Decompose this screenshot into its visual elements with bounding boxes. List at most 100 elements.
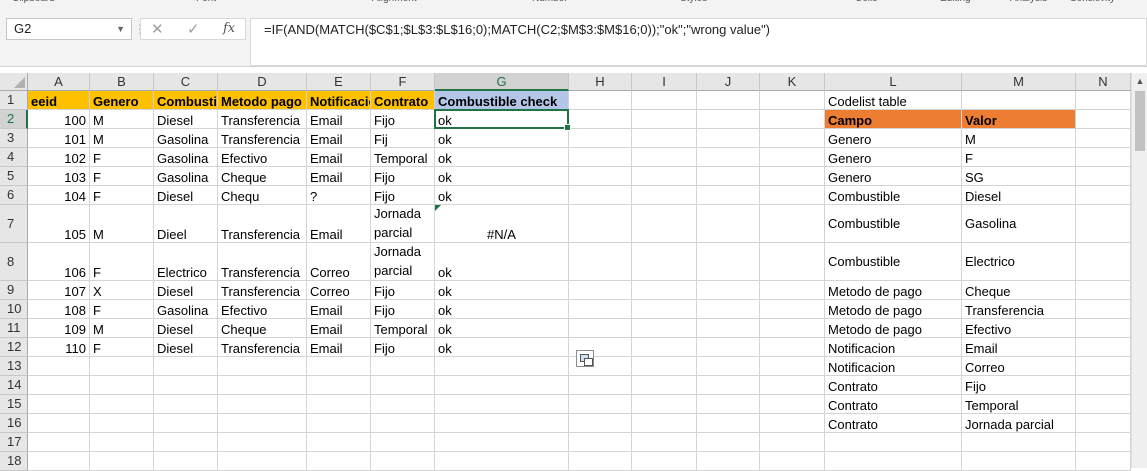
data-cell[interactable]: X [90,281,154,300]
cell[interactable] [760,110,825,129]
data-cell[interactable]: ok [435,319,569,338]
cell[interactable] [371,433,435,452]
data-cell[interactable]: Transferencia [218,338,307,357]
cell[interactable] [1076,91,1131,110]
cell[interactable] [760,452,825,471]
row-header[interactable]: 9 [0,281,28,300]
data-cell[interactable]: Transferencia [218,205,307,243]
data-cell[interactable]: F [90,243,154,281]
cell[interactable] [1076,148,1131,167]
row-header[interactable]: 10 [0,300,28,319]
cell[interactable] [28,452,90,471]
codelist-cell[interactable]: Combustible [825,186,962,205]
data-cell[interactable]: ? [307,186,371,205]
cell[interactable] [569,300,632,319]
cell[interactable] [435,414,569,433]
codelist-cell[interactable]: Genero [825,148,962,167]
cell[interactable] [697,110,760,129]
cell[interactable] [435,376,569,395]
cell[interactable] [28,376,90,395]
cell[interactable] [697,452,760,471]
cell[interactable] [760,414,825,433]
row-header[interactable]: 13 [0,357,28,376]
cell[interactable] [1076,205,1131,243]
cell[interactable] [371,395,435,414]
row-header[interactable]: 7 [0,205,28,243]
row-header[interactable]: 6 [0,186,28,205]
cell[interactable] [154,357,218,376]
cell[interactable] [760,319,825,338]
cell[interactable] [697,414,760,433]
cell[interactable] [371,414,435,433]
data-cell[interactable]: ok [435,338,569,357]
cell[interactable] [697,319,760,338]
codelist-cell[interactable]: Efectivo [962,319,1076,338]
data-cell[interactable]: F [90,148,154,167]
cell[interactable] [307,357,371,376]
cell[interactable] [962,452,1076,471]
cell[interactable] [632,186,697,205]
cell[interactable] [90,395,154,414]
data-cell[interactable]: ok [435,186,569,205]
column-header-b[interactable]: B [90,73,154,91]
header-cell[interactable]: Metodo pago [218,91,307,110]
data-cell[interactable]: 102 [28,148,90,167]
cell[interactable] [154,433,218,452]
data-cell[interactable]: 104 [28,186,90,205]
cell[interactable] [435,357,569,376]
data-cell[interactable]: Temporal [371,148,435,167]
row-header[interactable]: 12 [0,338,28,357]
codelist-cell[interactable]: Cheque [962,281,1076,300]
cell[interactable] [307,433,371,452]
codelist-cell[interactable]: Metodo de pago [825,319,962,338]
codelist-cell[interactable]: Jornada parcial [962,414,1076,433]
cell[interactable] [760,243,825,281]
data-cell[interactable]: Email [307,129,371,148]
data-cell[interactable]: Correo [307,243,371,281]
cell[interactable] [760,205,825,243]
cell[interactable] [569,243,632,281]
cell[interactable] [28,433,90,452]
cell[interactable] [1076,319,1131,338]
data-cell[interactable]: Efectivo [218,148,307,167]
cell[interactable] [632,376,697,395]
scroll-up-icon[interactable]: ▲ [1132,73,1147,89]
cell[interactable] [569,148,632,167]
data-cell[interactable]: F [90,338,154,357]
data-cell[interactable]: F [90,300,154,319]
data-cell[interactable]: Jornada parcial [371,205,435,243]
formula-input[interactable]: =IF(AND(MATCH($C$1;$L$3:$L$16;0);MATCH(C… [250,18,1147,66]
header-cell[interactable]: Combustible [154,91,218,110]
cell[interactable] [632,243,697,281]
row-header[interactable]: 3 [0,129,28,148]
column-header-c[interactable]: C [154,73,218,91]
data-cell[interactable]: 100 [28,110,90,129]
cell[interactable] [1076,414,1131,433]
data-cell[interactable]: 101 [28,129,90,148]
column-header-i[interactable]: I [632,73,697,91]
data-cell[interactable]: Transferencia [218,243,307,281]
data-cell[interactable]: Fijo [371,300,435,319]
cell[interactable] [1076,433,1131,452]
codelist-cell[interactable]: Contrato [825,376,962,395]
codelist-cell[interactable]: Transferencia [962,300,1076,319]
enter-icon[interactable]: ✓ [187,20,200,38]
cell[interactable] [90,357,154,376]
cell[interactable] [760,91,825,110]
header-cell[interactable]: Genero [90,91,154,110]
name-box[interactable]: G2 ▼ [6,18,132,40]
cell[interactable] [760,148,825,167]
cell[interactable] [632,167,697,186]
column-header-l[interactable]: L [825,73,962,91]
column-header-e[interactable]: E [307,73,371,91]
cell[interactable] [435,452,569,471]
cell[interactable] [371,452,435,471]
cell[interactable] [962,433,1076,452]
column-header-h[interactable]: H [569,73,632,91]
data-cell[interactable]: Electrico [154,243,218,281]
cell[interactable] [760,433,825,452]
data-cell[interactable]: ok [435,129,569,148]
cell[interactable] [697,186,760,205]
data-cell[interactable]: Transferencia [218,110,307,129]
cell[interactable] [569,110,632,129]
